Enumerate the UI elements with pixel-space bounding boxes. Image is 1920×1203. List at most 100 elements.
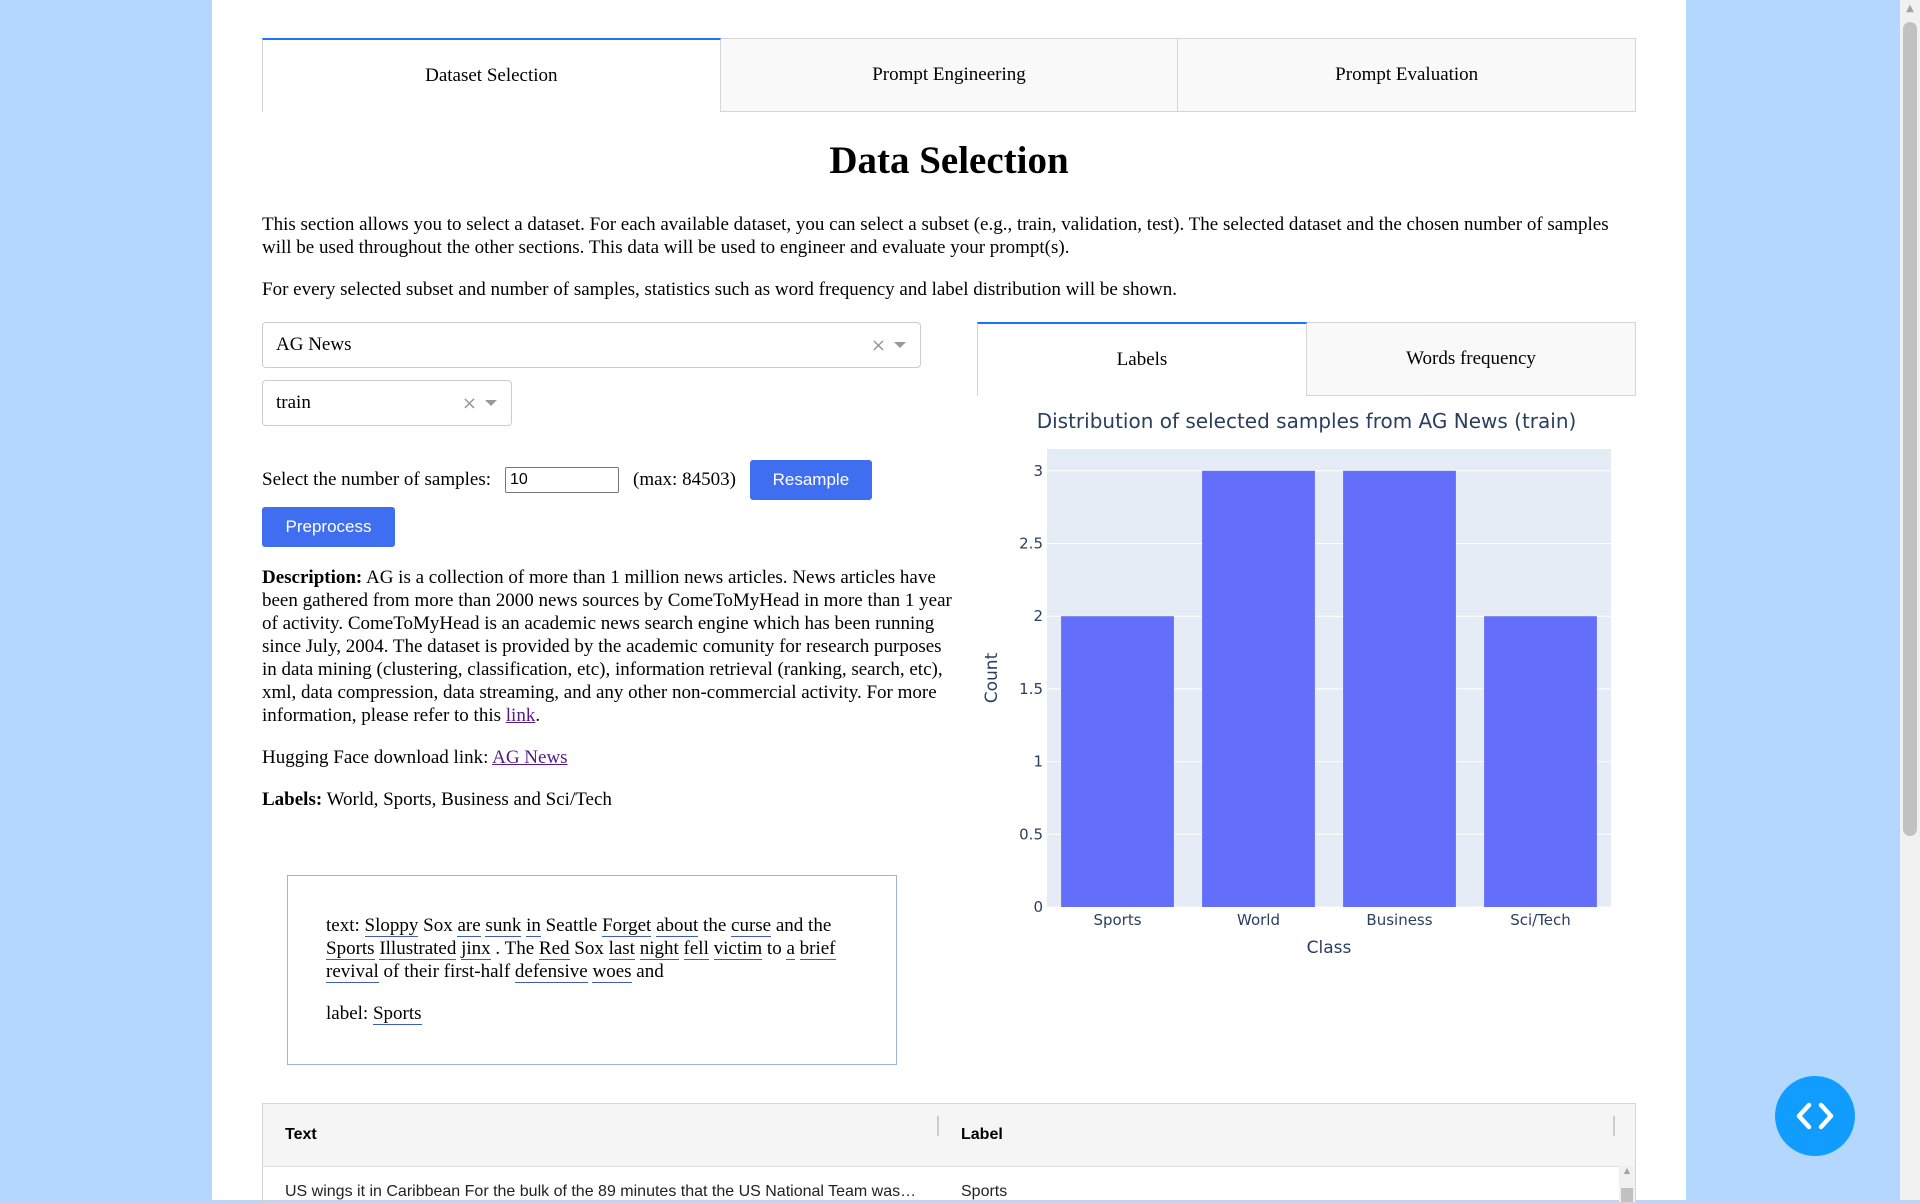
- y-tick-label: 3: [1033, 462, 1043, 480]
- sample-token: victim: [713, 938, 763, 960]
- sample-token: The: [504, 938, 535, 959]
- sample-token: Red: [538, 938, 570, 960]
- column-header-label[interactable]: Label: [939, 1116, 1615, 1144]
- dataset-dropdown[interactable]: AG News ×: [262, 322, 921, 368]
- chart-bar: [1061, 616, 1174, 907]
- sample-token: and: [775, 915, 804, 936]
- table-cell-label: Sports: [961, 1183, 1008, 1200]
- sample-label-value: Sports: [372, 1003, 422, 1025]
- sample-token: .: [495, 938, 501, 959]
- scroll-up-icon[interactable]: ▲: [1900, 0, 1920, 17]
- chart-bar: [1343, 470, 1456, 907]
- y-tick-label: 2: [1033, 607, 1043, 625]
- y-tick-label: 0: [1033, 898, 1043, 916]
- code-brackets-icon: [1796, 1102, 1834, 1130]
- page-scrollbar[interactable]: ▲: [1900, 0, 1920, 1200]
- sample-label-prefix: label:: [326, 1003, 373, 1024]
- sample-token: the: [808, 915, 832, 936]
- intro-paragraph-2: For every selected subset and number of …: [262, 279, 1177, 300]
- labels-heading: Labels:: [262, 789, 323, 810]
- chart-bar: [1484, 616, 1597, 907]
- page-scrollbar-thumb[interactable]: [1903, 22, 1917, 836]
- column-header-text[interactable]: Text: [263, 1116, 939, 1144]
- x-tick-label: Business: [1366, 911, 1432, 929]
- subset-dropdown[interactable]: train ×: [262, 380, 512, 426]
- sample-token: jinx: [461, 938, 491, 960]
- table-row[interactable]: US wings it in Caribbean For the bulk of…: [263, 1167, 1635, 1202]
- table-cell-text: US wings it in Caribbean For the bulk of…: [285, 1183, 939, 1200]
- x-axis-title: Class: [1307, 938, 1352, 958]
- tab-prompt-engineering[interactable]: Prompt Engineering: [720, 38, 1179, 112]
- tab-words-frequency[interactable]: Words frequency: [1307, 322, 1636, 396]
- dataset-description: Description: AG is a collection of more …: [262, 566, 952, 830]
- sample-token: revival: [326, 961, 379, 983]
- samples-row: Select the number of samples: (max: 8450…: [262, 460, 872, 500]
- intro-text: This section allows you to select a data…: [262, 213, 1636, 320]
- page-container: Dataset Selection Prompt Engineering Pro…: [212, 0, 1686, 1203]
- chart-svg: Sports World Business Sci/Tech 0 0.5 1 1.5 2 2.5 3…: [982, 409, 1611, 958]
- tab-dataset-selection[interactable]: Dataset Selection: [262, 38, 721, 112]
- description-link[interactable]: link: [506, 705, 536, 726]
- sample-token: Seattle: [545, 915, 598, 936]
- description-end: .: [535, 705, 541, 726]
- chevron-down-icon[interactable]: [485, 400, 497, 406]
- sample-text: text: Sloppy Sox are sunk in Seattle For…: [326, 914, 858, 983]
- dataset-dropdown-value: AG News: [276, 334, 352, 355]
- sample-token: last: [608, 938, 635, 960]
- sample-token: Sox: [574, 938, 604, 959]
- sample-token: sunk: [485, 915, 522, 937]
- sample-token: to: [766, 938, 782, 959]
- sample-token: curse: [731, 915, 772, 937]
- table-scrollbar[interactable]: ▲: [1619, 1166, 1635, 1202]
- sample-token: defensive: [514, 961, 588, 983]
- description-paragraph: Description: AG is a collection of more …: [262, 566, 952, 727]
- chevron-down-icon[interactable]: [894, 342, 906, 348]
- scroll-up-icon[interactable]: ▲: [1619, 1166, 1635, 1175]
- table-scrollbar-thumb[interactable]: [1621, 1188, 1633, 1202]
- samples-table: Text Label US wings it in Caribbean For …: [262, 1103, 1636, 1203]
- hf-link[interactable]: AG News: [492, 747, 567, 768]
- y-axis-title: Count: [982, 652, 1002, 703]
- clear-icon[interactable]: ×: [462, 393, 477, 414]
- hf-label: Hugging Face download link:: [262, 747, 493, 768]
- clear-icon[interactable]: ×: [871, 335, 886, 356]
- sample-token: night: [639, 938, 679, 960]
- resample-button[interactable]: Resample: [749, 460, 872, 500]
- sample-label: label: Sports: [326, 1002, 858, 1025]
- y-tick-label: 2.5: [1019, 535, 1043, 553]
- sample-token: Illustrated: [379, 938, 457, 960]
- sample-token: first-half: [443, 961, 511, 982]
- label-distribution-chart: Sports World Business Sci/Tech 0 0.5 1 1.5 2 2.5 3…: [977, 402, 1636, 982]
- tab-prompt-evaluation[interactable]: Prompt Evaluation: [1178, 38, 1637, 112]
- sample-token: of: [383, 961, 400, 982]
- x-tick-label: Sports: [1093, 911, 1141, 929]
- labels-row: Labels: World, Sports, Business and Sci/…: [262, 788, 952, 811]
- subset-dropdown-value: train: [276, 392, 311, 413]
- sample-tokens: Sloppy Sox are sunk in Seattle Forget ab…: [326, 915, 836, 983]
- y-tick-label: 0.5: [1019, 825, 1043, 843]
- intro-paragraph-1: This section allows you to select a data…: [262, 214, 1609, 258]
- x-tick-label: World: [1237, 911, 1280, 929]
- sample-token: Sloppy: [364, 915, 419, 937]
- sample-token: about: [656, 915, 699, 937]
- x-tick-label: Sci/Tech: [1510, 911, 1571, 929]
- code-toggle-button[interactable]: [1775, 1076, 1855, 1156]
- preprocess-button[interactable]: Preprocess: [262, 507, 395, 547]
- sample-preview: text: Sloppy Sox are sunk in Seattle For…: [287, 875, 897, 1065]
- y-tick-label: 1: [1033, 753, 1043, 771]
- sample-token: a: [786, 938, 795, 960]
- description-heading: Description:: [262, 567, 363, 588]
- sample-text-prefix: text:: [326, 915, 365, 936]
- tab-labels[interactable]: Labels: [977, 322, 1307, 396]
- chart-tabs: Labels Words frequency: [977, 322, 1636, 396]
- sample-token: are: [457, 915, 481, 937]
- page-title: Data Selection: [829, 139, 1069, 182]
- sample-token: Forget: [602, 915, 652, 937]
- sample-token: their: [404, 961, 439, 982]
- description-text: AG is a collection of more than 1 millio…: [262, 567, 952, 726]
- sample-token: Sports: [326, 938, 375, 960]
- samples-input[interactable]: [505, 467, 619, 493]
- sample-token: woes: [592, 961, 632, 983]
- sample-token: the: [703, 915, 727, 936]
- samples-max: (max: 84503): [633, 469, 736, 490]
